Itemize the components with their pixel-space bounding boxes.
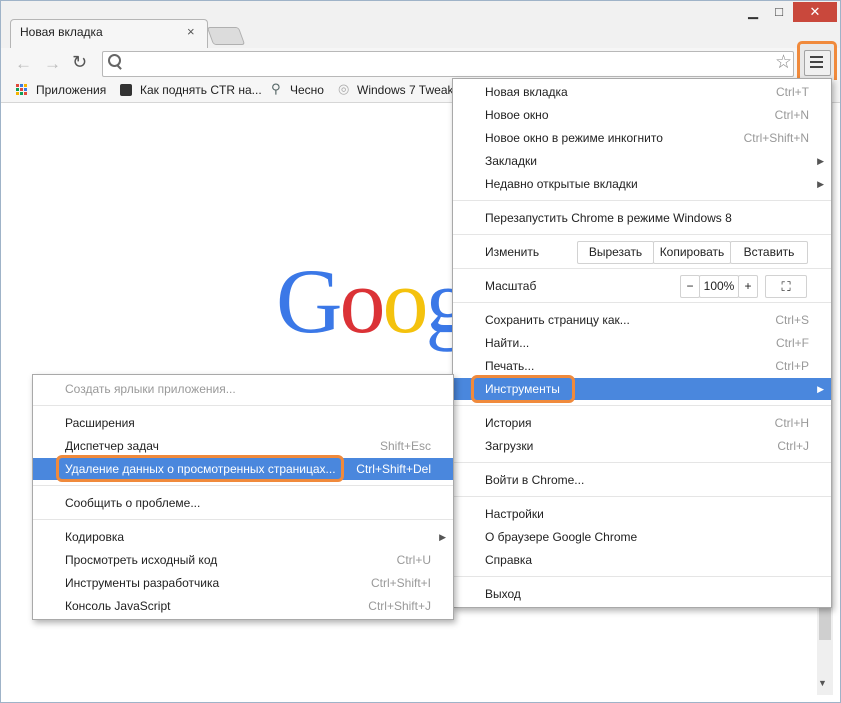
menu-separator <box>33 519 453 520</box>
menu-item-signin[interactable]: Войти в Chrome... <box>453 469 831 491</box>
tools-submenu: Создать ярлыки приложения... Расширения … <box>32 374 454 620</box>
menu-item-print[interactable]: Печать... Ctrl+P <box>453 355 831 377</box>
menu-separator <box>453 576 831 577</box>
new-tab-button[interactable] <box>206 27 246 45</box>
copy-button[interactable]: Копировать <box>653 241 731 264</box>
submenu-item-view-source[interactable]: Просмотреть исходный код Ctrl+U <box>33 549 453 571</box>
chrome-main-menu: Новая вкладка Ctrl+T Новое окно Ctrl+N Нов… <box>452 78 832 608</box>
zoom-level: 100% <box>699 275 739 298</box>
bookmark-chesno[interactable]: Чесно <box>290 83 324 97</box>
bookmark-windows-tweak[interactable]: Windows 7 Tweak <box>357 83 454 97</box>
google-logo: Goog <box>276 250 471 352</box>
close-window-button[interactable]: ✕ <box>793 2 837 22</box>
clear-data-annotation-box <box>56 455 344 482</box>
menu-item-about[interactable]: О браузере Google Chrome <box>453 526 831 548</box>
maximize-button[interactable]: □ <box>766 2 792 22</box>
menu-item-help[interactable]: Справка <box>453 549 831 571</box>
star-icon[interactable]: ☆ <box>775 51 792 74</box>
menu-item-relaunch-windows8[interactable]: Перезапустить Chrome в режиме Windows 8 <box>453 207 831 229</box>
submenu-item-report-issue[interactable]: Сообщить о проблеме... <box>33 492 453 514</box>
submenu-arrow-icon: ▶ <box>817 179 824 189</box>
ctr-site-icon <box>120 84 132 96</box>
menu-item-incognito[interactable]: Новое окно в режиме инкогнито Ctrl+Shift+… <box>453 127 831 149</box>
bookmark-ctr[interactable]: Как поднять CTR на... <box>140 83 262 97</box>
submenu-item-dev-tools[interactable]: Инструменты разработчика Ctrl+Shift+I <box>33 572 453 594</box>
menu-separator <box>453 496 831 497</box>
menu-separator <box>453 405 831 406</box>
menu-item-save-page[interactable]: Сохранить страницу как... Ctrl+S <box>453 309 831 331</box>
zoom-out-button[interactable]: − <box>680 275 700 298</box>
cut-button[interactable]: Вырезать <box>577 241 654 264</box>
tab-close-icon[interactable]: × <box>187 24 195 39</box>
back-arrow-icon[interactable]: ← <box>15 54 32 74</box>
hamburger-icon-line <box>810 61 823 63</box>
menu-item-find[interactable]: Найти... Ctrl+F <box>453 332 831 354</box>
zoom-in-button[interactable]: + <box>738 275 758 298</box>
menu-separator <box>33 405 453 406</box>
menu-item-settings[interactable]: Настройки <box>453 503 831 525</box>
tools-annotation-box <box>471 375 575 403</box>
submenu-item-js-console[interactable]: Консоль JavaScript Ctrl+Shift+J <box>33 595 453 617</box>
windows-tweak-icon: ◎ <box>338 81 350 96</box>
submenu-item-task-manager[interactable]: Диспетчер задач Shift+Esc <box>33 435 453 457</box>
bookmark-apps[interactable]: Приложения <box>36 83 106 97</box>
menu-item-new-window[interactable]: Новое окно Ctrl+N <box>453 104 831 126</box>
address-bar-input[interactable] <box>102 51 794 77</box>
paste-button[interactable]: Вставить <box>730 241 808 264</box>
minimize-button[interactable]: ▁ <box>740 2 766 22</box>
submenu-item-encoding[interactable]: Кодировка ▶ <box>33 526 453 548</box>
menu-item-bookmarks[interactable]: Закладки ▶ <box>453 150 831 172</box>
menu-item-history[interactable]: История Ctrl+H <box>453 412 831 434</box>
menu-separator <box>453 200 831 201</box>
hamburger-icon-line <box>810 66 823 68</box>
menu-item-exit[interactable]: Выход <box>453 583 831 605</box>
tab-title: Новая вкладка <box>20 25 103 39</box>
menu-separator <box>453 234 831 235</box>
menu-separator <box>453 462 831 463</box>
submenu-item-extensions[interactable]: Расширения <box>33 412 453 434</box>
fullscreen-icon[interactable]: ⛶ <box>765 275 807 298</box>
chrome-menu-button[interactable] <box>804 50 831 76</box>
menu-separator <box>453 268 831 269</box>
menu-item-recent-tabs[interactable]: Недавно открытые вкладки ▶ <box>453 173 831 195</box>
scroll-down-arrow-icon[interactable]: ▼ <box>818 678 827 688</box>
submenu-item-create-shortcuts: Создать ярлыки приложения... <box>65 382 236 396</box>
reload-icon[interactable]: ↻ <box>72 52 87 73</box>
menu-separator <box>33 485 453 486</box>
hamburger-icon <box>810 56 823 58</box>
menu-separator <box>453 302 831 303</box>
forward-arrow-icon[interactable]: → <box>44 54 61 74</box>
submenu-arrow-icon: ▶ <box>439 532 446 542</box>
apps-grid-icon <box>16 84 28 96</box>
chesno-icon: ⚲ <box>271 81 281 96</box>
menu-item-downloads[interactable]: Загрузки Ctrl+J <box>453 435 831 457</box>
menu-item-new-tab[interactable]: Новая вкладка Ctrl+T <box>453 81 831 103</box>
submenu-arrow-icon: ▶ <box>817 384 824 394</box>
submenu-arrow-icon: ▶ <box>817 156 824 166</box>
